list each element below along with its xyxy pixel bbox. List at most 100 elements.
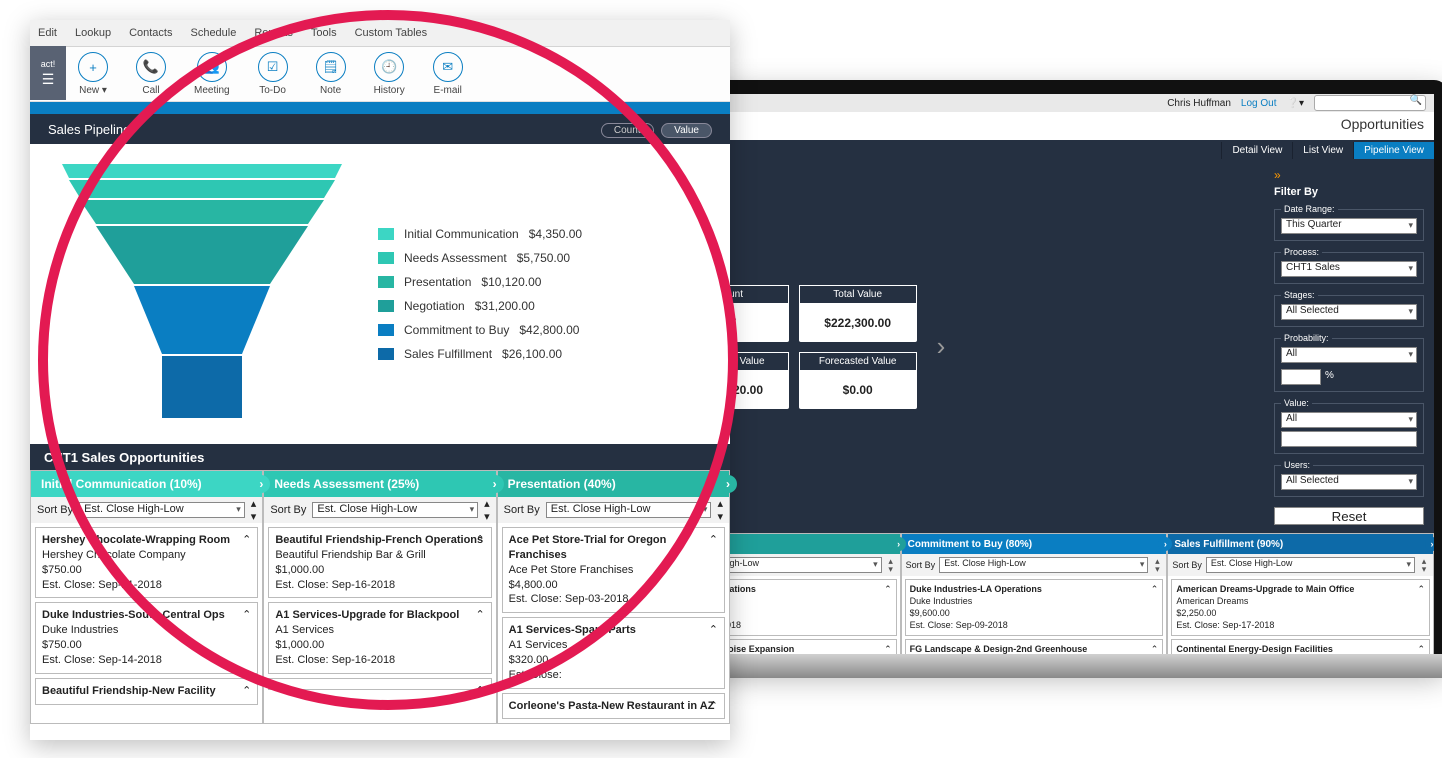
menu-tools[interactable]: Tools bbox=[311, 27, 337, 39]
sidebar-brand[interactable]: act! ☰ bbox=[30, 46, 66, 100]
stage-column: Initial Communication (10%)›Sort ByEst. … bbox=[30, 470, 263, 724]
toolbar-new-[interactable]: +New ▾ bbox=[78, 52, 108, 96]
opportunity-card[interactable]: ⌃American Dreams-Upgrade to Main OfficeA… bbox=[1171, 579, 1430, 636]
toolbar-e-mail[interactable]: ✉E-mail bbox=[433, 52, 463, 96]
toggle-value[interactable]: Value bbox=[661, 123, 712, 138]
menu-contacts[interactable]: Contacts bbox=[129, 27, 172, 39]
filter-value-select[interactable]: All bbox=[1281, 412, 1417, 428]
carousel-next-icon[interactable]: › bbox=[929, 331, 954, 362]
legend-row: Initial Communication$4,350.00 bbox=[378, 227, 582, 241]
toolbar-to-do[interactable]: ☑To-Do bbox=[258, 52, 288, 96]
collapse-card-icon[interactable]: ⌃ bbox=[709, 699, 718, 714]
filter-process-select[interactable]: CHT1 Sales bbox=[1281, 261, 1417, 277]
collapse-card-icon[interactable]: ⌃ bbox=[475, 533, 484, 548]
toolbar-note[interactable]: 🗒Note bbox=[316, 52, 346, 96]
stage-header[interactable]: Needs Assessment (25%)› bbox=[264, 471, 495, 497]
stage-header[interactable]: Sales Fulfillment (90%)› bbox=[1168, 534, 1433, 554]
collapse-card-icon[interactable]: ⌃ bbox=[884, 583, 892, 595]
menu-lookup[interactable]: Lookup bbox=[75, 27, 111, 39]
opportunity-card[interactable]: ⌃ bbox=[268, 678, 491, 690]
toolbar: +New ▾ 📞Call 👥Meeting ☑To-Do 🗒Note 🕘History ✉E… bbox=[30, 47, 730, 102]
collapse-card-icon[interactable]: ⌃ bbox=[1417, 583, 1425, 595]
collapse-card-icon[interactable]: ⌃ bbox=[884, 643, 892, 655]
collapse-card-icon[interactable]: ⌃ bbox=[709, 533, 718, 548]
collapse-card-icon[interactable]: ⌃ bbox=[1151, 583, 1159, 595]
view-list[interactable]: List View bbox=[1292, 142, 1353, 159]
sort-select[interactable]: Est. Close High-Low bbox=[79, 502, 245, 518]
legend-row: Negotiation$31,200.00 bbox=[378, 299, 582, 313]
page-title: Opportunities bbox=[634, 112, 1434, 140]
sort-updown-icon[interactable]: ▴▾ bbox=[484, 497, 490, 523]
global-search-input[interactable] bbox=[1314, 95, 1426, 111]
menu-edit[interactable]: Edit bbox=[38, 27, 57, 39]
collapse-filter-icon[interactable]: » bbox=[1274, 168, 1424, 182]
pipeline-header: Sales Pipeline Count Value bbox=[30, 114, 730, 144]
menu-reports[interactable]: Reports bbox=[254, 27, 293, 39]
collapse-card-icon[interactable]: ⌃ bbox=[475, 608, 484, 623]
opportunity-card[interactable]: ⌃Duke Industries-South Central OpsDuke I… bbox=[35, 602, 258, 673]
filter-probability-input[interactable] bbox=[1281, 369, 1321, 385]
stage-column: Presentation (40%)›Sort ByEst. Close Hig… bbox=[497, 470, 730, 724]
collapse-card-icon[interactable]: ⌃ bbox=[1417, 643, 1425, 655]
toolbar-call[interactable]: 📞Call bbox=[136, 52, 166, 96]
toolbar-icon: + bbox=[78, 52, 108, 82]
legend-row: Needs Assessment$5,750.00 bbox=[378, 251, 582, 265]
toggle-count[interactable]: Count bbox=[601, 123, 654, 138]
toolbar-icon: 👥 bbox=[197, 52, 227, 82]
chevron-right-icon: › bbox=[1425, 537, 1439, 551]
collapse-card-icon[interactable]: ⌃ bbox=[1151, 643, 1159, 655]
kanban-board: Negotiation (65%)›Sort ByEst. Close High… bbox=[634, 533, 1434, 668]
filter-reset-button[interactable]: Reset bbox=[1274, 507, 1424, 525]
sort-updown-icon[interactable]: ▴▾ bbox=[251, 497, 257, 523]
metric-total-value: Total Value $222,300.00 bbox=[799, 285, 917, 342]
menu-schedule[interactable]: Schedule bbox=[190, 27, 236, 39]
stage-header[interactable]: Commitment to Buy (80%)› bbox=[902, 534, 1167, 554]
filter-date-range-select[interactable]: This Quarter bbox=[1281, 218, 1417, 234]
stage-header[interactable]: Presentation (40%)› bbox=[498, 471, 729, 497]
logout-link[interactable]: Log Out bbox=[1241, 98, 1277, 109]
filter-value-input[interactable] bbox=[1281, 431, 1417, 447]
hamburger-icon: ☰ bbox=[42, 71, 55, 88]
toolbar-icon: ✉ bbox=[433, 52, 463, 82]
sort-select[interactable]: Est. Close High-Low bbox=[1206, 557, 1415, 573]
collapse-card-icon[interactable]: ⌃ bbox=[242, 684, 251, 699]
sort-select[interactable]: Est. Close High-Low bbox=[546, 502, 712, 518]
view-detail[interactable]: Detail View bbox=[1221, 142, 1292, 159]
sort-updown-icon[interactable]: ▴▾ bbox=[1419, 557, 1429, 573]
sort-select[interactable]: Est. Close High-Low bbox=[939, 557, 1148, 573]
filter-stages-select[interactable]: All Selected bbox=[1281, 304, 1417, 320]
opportunity-card[interactable]: ⌃Corleone's Pasta-New Restaurant in AZ bbox=[502, 693, 725, 720]
collapse-card-icon[interactable]: ⌃ bbox=[242, 533, 251, 548]
opportunity-card[interactable]: ⌃Hershey Chocolate-Wrapping RoomHershey … bbox=[35, 527, 258, 598]
stage-header[interactable]: Initial Communication (10%)› bbox=[31, 471, 262, 497]
sort-select[interactable]: Est. Close High-Low bbox=[312, 502, 478, 518]
opportunity-card[interactable]: ⌃A1 Services-Spare PartsA1 Services$320.… bbox=[502, 617, 725, 688]
toolbar-icon: 📞 bbox=[136, 52, 166, 82]
toolbar-meeting[interactable]: 👥Meeting bbox=[194, 52, 230, 96]
opportunity-card[interactable]: ⌃Beautiful Friendship-French OperationsB… bbox=[268, 527, 491, 598]
legend-swatch bbox=[378, 324, 394, 336]
zoom-window: Edit Lookup Contacts Schedule Reports To… bbox=[30, 20, 730, 740]
legend-row: Commitment to Buy$42,800.00 bbox=[378, 323, 582, 337]
sort-updown-icon[interactable]: ▴▾ bbox=[886, 557, 896, 573]
sort-updown-icon[interactable]: ▴▾ bbox=[1152, 557, 1162, 573]
sort-updown-icon[interactable]: ▴▾ bbox=[717, 497, 723, 523]
filter-probability-select[interactable]: All bbox=[1281, 347, 1417, 363]
legend-row: Presentation$10,120.00 bbox=[378, 275, 582, 289]
opportunity-card[interactable]: ⌃A1 Services-Upgrade for BlackpoolA1 Ser… bbox=[268, 602, 491, 673]
filter-users-select[interactable]: All Selected bbox=[1281, 474, 1417, 490]
opportunity-card[interactable]: ⌃Beautiful Friendship-New Facility bbox=[35, 678, 258, 705]
legend-swatch bbox=[378, 252, 394, 264]
funnel-legend: Initial Communication$4,350.00 Needs Asse… bbox=[378, 227, 582, 361]
view-pipeline[interactable]: Pipeline View bbox=[1353, 142, 1434, 159]
help-icon[interactable]: ❔▾ bbox=[1287, 98, 1304, 109]
collapse-card-icon[interactable]: ⌃ bbox=[242, 608, 251, 623]
legend-swatch bbox=[378, 228, 394, 240]
menu-custom-tables[interactable]: Custom Tables bbox=[355, 27, 428, 39]
collapse-card-icon[interactable]: ⌃ bbox=[709, 623, 718, 638]
opportunity-card[interactable]: ⌃Ace Pet Store-Trial for Oregon Franchis… bbox=[502, 527, 725, 613]
collapse-card-icon[interactable]: ⌃ bbox=[475, 684, 484, 699]
opportunity-card[interactable]: ⌃Duke Industries-LA OperationsDuke Indus… bbox=[905, 579, 1164, 636]
toolbar-history[interactable]: 🕘History bbox=[374, 52, 405, 96]
funnel-chart bbox=[52, 164, 352, 424]
